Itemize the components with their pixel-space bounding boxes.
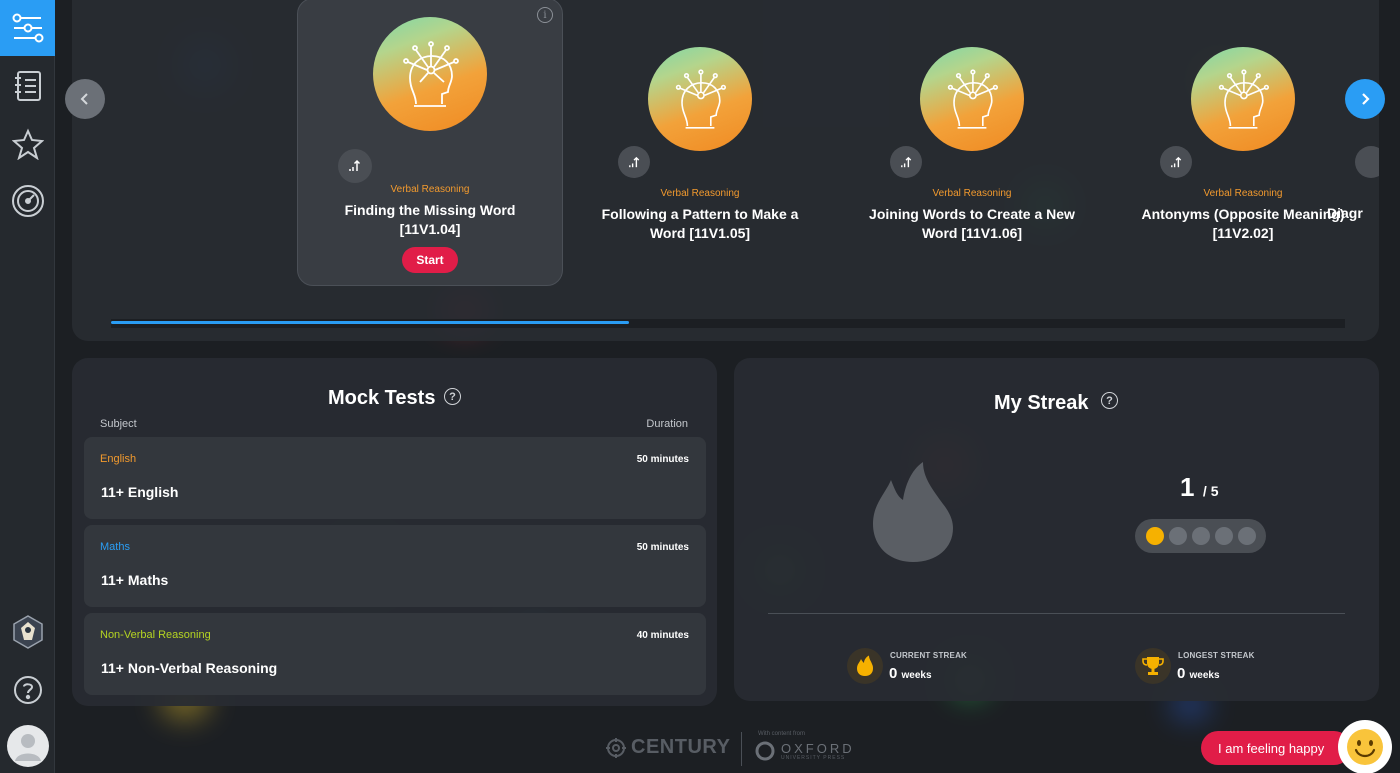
nugget-title: Joining Words to Create a New Word [11V1…	[869, 206, 1075, 241]
start-button[interactable]: Start	[402, 247, 458, 273]
streak-current-count: 1	[1180, 472, 1195, 502]
nugget-title: Diagr	[1327, 205, 1363, 221]
streak-target: / 5	[1202, 483, 1219, 499]
info-icon[interactable]: i	[537, 7, 553, 23]
sidebar-item-notebook[interactable]	[0, 58, 55, 114]
difficulty-button[interactable]	[1160, 146, 1192, 178]
mock-test-row[interactable]: English 50 minutes 11+ English	[84, 437, 706, 519]
oxford-logo-icon	[755, 741, 775, 761]
current-streak-label: CURRENT STREAK	[890, 651, 968, 660]
star-icon	[11, 128, 44, 160]
nugget-card[interactable]: Verbal Reasoning Joining Words to Create…	[839, 0, 1105, 286]
streak-dots	[1135, 519, 1266, 553]
nugget-thumbnail	[1191, 47, 1295, 151]
difficulty-button[interactable]	[338, 149, 372, 183]
footer-divider	[741, 732, 742, 766]
century-logo-icon	[606, 737, 626, 758]
streak-dot	[1191, 527, 1210, 545]
mock-tests-title: Mock Tests	[328, 387, 436, 409]
my-streak-panel: My Streak ? 1 / 5 CURRENT STREAK 0 weeks…	[734, 358, 1379, 701]
test-subject: Non-Verbal Reasoning	[100, 629, 211, 641]
difficulty-button[interactable]	[618, 146, 650, 178]
streak-dot	[1168, 527, 1187, 545]
chevron-right-icon	[1362, 93, 1370, 105]
test-duration: 50 minutes	[636, 542, 689, 553]
carousel-prev-button[interactable]	[65, 79, 105, 119]
nugget-subject: Verbal Reasoning	[660, 188, 740, 199]
nugget-card[interactable]: Verbal Reasoning Following a Pattern to …	[567, 0, 833, 286]
my-streak-title: My Streak	[994, 392, 1089, 414]
trophy-icon	[1142, 657, 1164, 675]
carousel-next-button[interactable]	[1345, 79, 1385, 119]
help-button[interactable]	[0, 662, 55, 718]
test-duration: 50 minutes	[636, 454, 689, 465]
recommended-nuggets-carousel: i Verbal Reasoning Finding the Missing W…	[72, 0, 1379, 341]
test-subject: Maths	[100, 541, 130, 553]
nugget-subject: Verbal Reasoning	[932, 188, 1012, 199]
difficulty-button[interactable]	[1355, 146, 1379, 178]
school-logo-icon	[12, 615, 43, 649]
streak-progress: 1 / 5	[1180, 472, 1219, 503]
nugget-thumbnail	[648, 47, 752, 151]
test-name: 11+ Maths	[101, 572, 169, 588]
fire-icon	[857, 655, 873, 676]
longest-streak-value: 0 weeks	[1177, 665, 1220, 682]
carousel-scroll-track[interactable]	[111, 319, 1345, 328]
trend-up-icon	[628, 156, 639, 167]
column-header-subject: Subject	[100, 418, 137, 430]
mood-selector[interactable]	[1338, 720, 1392, 773]
nugget-card-partial[interactable]: Diagr	[1322, 0, 1379, 240]
nugget-subject: Verbal Reasoning	[390, 184, 470, 195]
notebook-icon	[14, 71, 41, 101]
nugget-thumbnail	[373, 17, 487, 131]
flame-icon	[873, 462, 953, 562]
test-name: 11+ Non-Verbal Reasoning	[101, 660, 278, 676]
sidebar-item-pathway[interactable]	[0, 0, 55, 56]
divider	[768, 613, 1345, 614]
user-avatar[interactable]	[0, 718, 55, 773]
chevron-left-icon	[80, 93, 88, 105]
smiley-icon	[1347, 729, 1383, 765]
mood-feedback-button[interactable]: I am feeling happy	[1201, 731, 1351, 765]
trend-up-icon	[349, 159, 361, 171]
pathway-icon	[12, 13, 43, 43]
school-logo[interactable]	[0, 604, 55, 660]
mock-tests-panel: Mock Tests ? Subject Duration English 50…	[72, 358, 717, 706]
streak-dot-filled	[1145, 527, 1164, 545]
streak-dot	[1214, 527, 1233, 545]
brain-head-icon	[947, 69, 999, 129]
trend-up-icon	[900, 156, 911, 167]
current-streak-badge	[847, 648, 883, 684]
longest-streak-badge	[1135, 648, 1171, 684]
current-streak-value: 0 weeks	[889, 665, 932, 682]
streak-dot	[1237, 527, 1256, 545]
help-icon[interactable]: ?	[1101, 392, 1118, 409]
difficulty-button[interactable]	[890, 146, 922, 178]
nugget-title: Finding the Missing Word [11V1.04]	[344, 202, 516, 237]
sidebar-item-dashboard[interactable]	[0, 173, 55, 229]
longest-streak-label: LONGEST STREAK	[1178, 651, 1255, 660]
test-duration: 40 minutes	[636, 630, 689, 641]
nugget-thumbnail	[920, 47, 1024, 151]
help-icon	[13, 676, 42, 704]
mock-test-row[interactable]: Maths 50 minutes 11+ Maths	[84, 525, 706, 607]
help-icon[interactable]: ?	[444, 388, 461, 405]
test-name: 11+ English	[101, 484, 179, 500]
carousel-scroll-thumb[interactable]	[111, 321, 630, 324]
trend-up-icon	[1170, 156, 1181, 167]
avatar-icon	[6, 725, 49, 767]
speedometer-icon	[11, 185, 44, 217]
column-header-duration: Duration	[646, 418, 688, 430]
brain-head-icon	[403, 41, 459, 107]
mock-test-row[interactable]: Non-Verbal Reasoning 40 minutes 11+ Non-…	[84, 613, 706, 695]
sidebar-item-favourites[interactable]	[0, 116, 55, 172]
test-subject: English	[100, 453, 137, 465]
century-logo: CENTURY	[605, 736, 730, 759]
brain-head-icon	[1218, 69, 1270, 129]
nugget-card[interactable]: i Verbal Reasoning Finding the Missing W…	[297, 0, 563, 286]
brain-head-icon	[675, 69, 727, 129]
oxford-logo: With content from OXFORD UNIVERSITY PRES…	[754, 731, 855, 762]
nugget-title: Following a Pattern to Make a Word [11V1…	[601, 206, 799, 241]
sidebar	[0, 0, 55, 773]
